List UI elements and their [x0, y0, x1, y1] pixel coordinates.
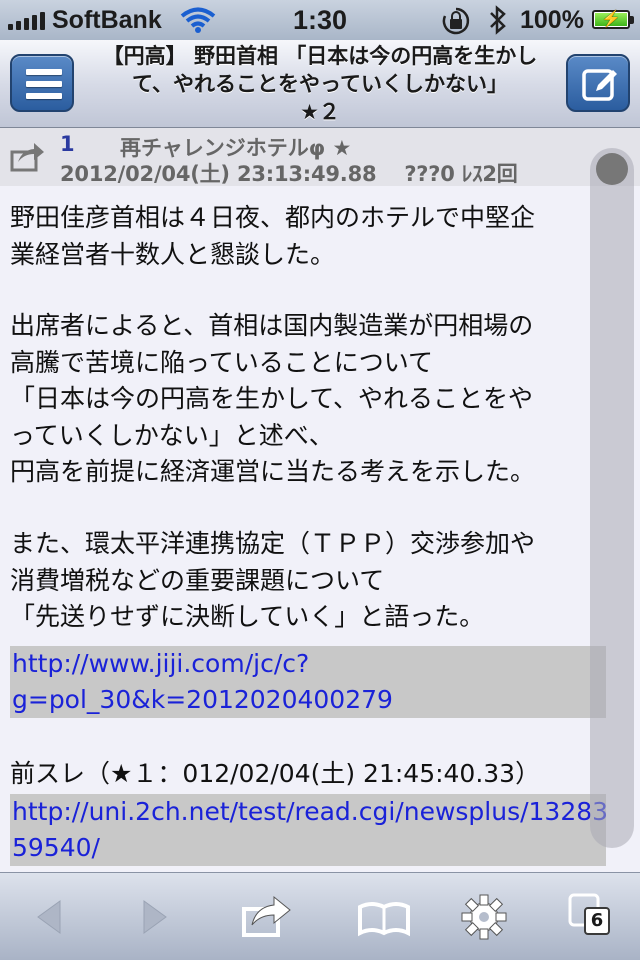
previous-thread-label: 前スレ（★１：012/02/04(土) 21:45:40.33）	[10, 759, 541, 788]
battery-percent: 100%	[520, 6, 584, 34]
thread-title-line2: て、やれることをやっていくしかない」	[132, 72, 508, 96]
text-line: 出席者によると、首相は国内製造業が円相場の	[10, 311, 534, 340]
menu-icon	[26, 69, 62, 105]
reply-icon[interactable]	[10, 140, 46, 176]
source-link[interactable]: http://www.jiji.com/jc/c? g=pol_30&k=201…	[10, 646, 606, 718]
link-line[interactable]: g=pol_30&k=2012020400279	[12, 682, 604, 718]
text-line: 「日本は今の円高を生かして、やれることをや	[10, 384, 534, 413]
link-line[interactable]: 59540/	[12, 830, 604, 866]
share-button[interactable]	[238, 891, 294, 943]
link-line[interactable]: http://www.jiji.com/jc/c?	[12, 646, 604, 682]
thread-title: 【円高】 野田首相 「日本は今の円高を生かし て、やれることをやっていくしかない…	[100, 42, 540, 126]
status-bar: SoftBank 1:30 100% ⚡	[0, 0, 640, 40]
back-arrow-icon	[37, 900, 61, 934]
previous-thread-link[interactable]: http://uni.2ch.net/test/read.cgi/newsplu…	[10, 794, 608, 866]
scroll-knob[interactable]	[596, 153, 628, 185]
bottom-toolbar: 6	[0, 872, 640, 960]
back-button[interactable]	[22, 891, 78, 943]
post-body: 野田佳彦首相は４日夜、都内のホテルで中堅企 業経営者十数人と懇談した。 出席者に…	[0, 186, 640, 876]
text-line: 円高を前提に経済運営に当たる考えを示した。	[10, 457, 536, 486]
compose-icon	[582, 69, 617, 101]
post-number[interactable]: 1	[60, 132, 75, 156]
thread-title-line3: ★２	[300, 100, 340, 124]
battery-icon: ⚡	[592, 10, 634, 29]
scrollbar[interactable]	[590, 148, 634, 848]
orientation-lock-icon	[441, 6, 471, 41]
text-line: 「先送りせずに決断していく」と語った。	[10, 602, 485, 631]
text-line: っていくしかない」と述べ、	[10, 420, 334, 450]
post-header: 1 再チャレンジホテルφ ★ 2012/02/04(土) 23:13:49.88…	[0, 128, 640, 186]
link-line[interactable]: http://uni.2ch.net/test/read.cgi/newsplu…	[12, 794, 608, 830]
text-line: 業経営者十数人と懇談した。	[10, 239, 336, 269]
post-meta: 2012/02/04(土) 23:13:49.88 ???0 ﾚｽ2回	[60, 162, 518, 186]
forward-arrow-icon	[143, 900, 167, 934]
tab-count-badge: 6	[584, 907, 610, 935]
compose-button[interactable]	[566, 54, 630, 112]
paragraph-2: 出席者によると、首相は国内製造業が円相場の 高騰で苦境に陥っていることについて …	[10, 308, 535, 491]
text-line: 野田佳彦首相は４日夜、都内のホテルで中堅企	[10, 203, 536, 232]
gear-icon	[461, 894, 507, 940]
text-line: 高騰で苦境に陥っていることについて	[10, 347, 434, 377]
text-line: また、環太平洋連携協定（ＴＰＰ）交渉参加や	[10, 529, 536, 558]
navigation-bar: 【円高】 野田首相 「日本は今の円高を生かし て、やれることをやっていくしかない…	[0, 40, 640, 128]
tabs-button[interactable]: 6	[564, 891, 620, 943]
thread-title-line1: 【円高】 野田首相 「日本は今の円高を生かし	[102, 44, 538, 68]
text-line: 消費増税などの重要課題について	[10, 565, 385, 595]
book-icon	[358, 902, 410, 937]
bookmarks-button[interactable]	[356, 891, 412, 943]
bluetooth-icon	[488, 5, 508, 40]
paragraph-3: また、環太平洋連携協定（ＴＰＰ）交渉参加や 消費増税などの重要課題について 「先…	[10, 526, 535, 636]
menu-button[interactable]	[10, 54, 74, 112]
settings-button[interactable]	[456, 891, 512, 943]
forward-button[interactable]	[126, 891, 182, 943]
paragraph-1: 野田佳彦首相は４日夜、都内のホテルで中堅企 業経営者十数人と懇談した。	[10, 200, 535, 273]
share-icon	[242, 895, 291, 937]
